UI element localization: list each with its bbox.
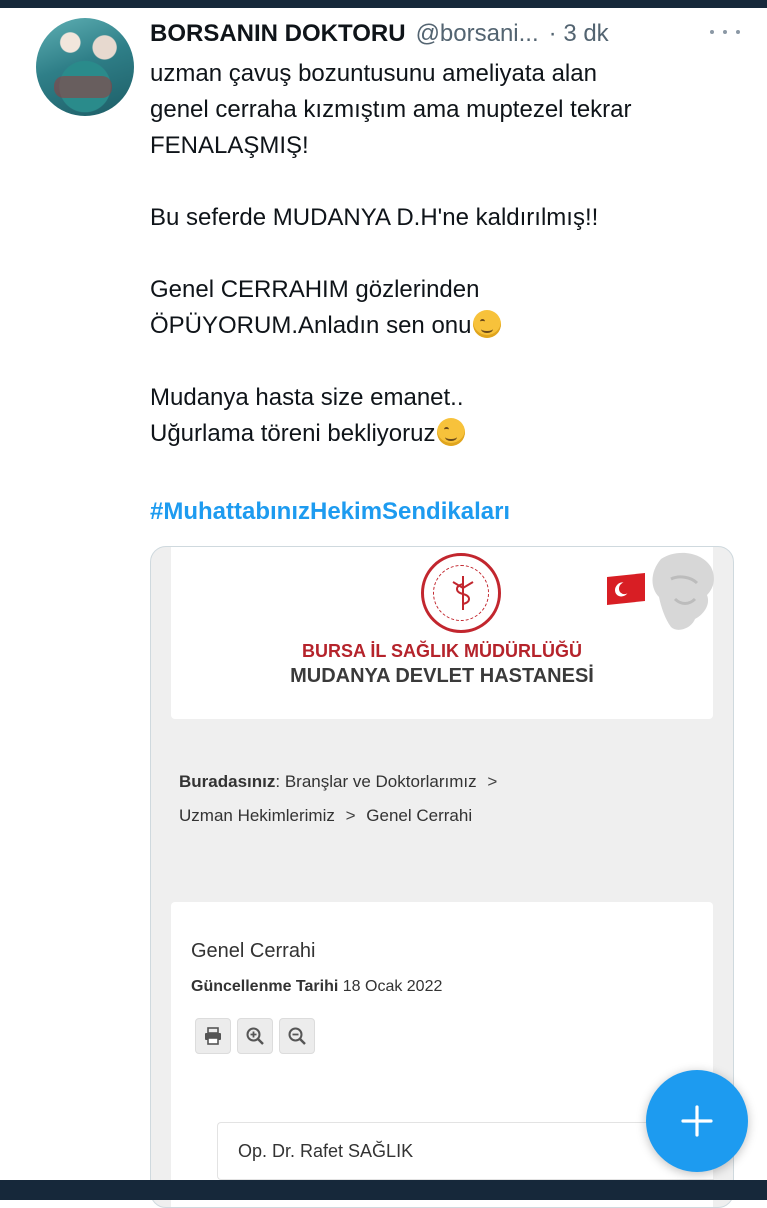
breadcrumb-separator: >: [345, 806, 356, 825]
tweet-line: Mudanya hasta size emanet..: [150, 384, 464, 411]
update-label: Güncellenme Tarihi: [191, 978, 339, 995]
breadcrumb-item-branches[interactable]: Branşlar ve Doktorlarımız: [285, 772, 477, 791]
tweet-line: Bu seferde MUDANYA D.H'ne kaldırılmış!!: [150, 204, 599, 231]
tweet-line-text: ÖPÜYORUM.Anladın sen onu: [150, 312, 472, 339]
tweet-line-with-emoji: Uğurlama töreni bekliyoruz: [150, 416, 750, 452]
tweet-timestamp[interactable]: · 3 dk: [549, 20, 609, 48]
zoom-out-button[interactable]: [279, 1018, 315, 1054]
content-title: Genel Cerrahi: [191, 940, 316, 962]
doctor-list-item[interactable]: Op. Dr. Rafet SAĞLIK: [217, 1122, 714, 1180]
hashtag-link[interactable]: #MuhattabınızHekimSendikaları: [150, 498, 510, 526]
update-value: 18 Ocak 2022: [342, 978, 443, 995]
display-name[interactable]: BORSANIN DOKTORU: [150, 20, 406, 48]
breadcrumb-colon: :: [275, 772, 281, 791]
compose-plus-icon: [681, 1105, 713, 1137]
avatar[interactable]: [36, 18, 134, 116]
tweet-line: Genel CERRAHIM gözlerinden: [150, 276, 480, 303]
tweet-text: uzman çavuş bozuntusunu ameliyata alan g…: [150, 56, 750, 452]
compose-button[interactable]: [646, 1070, 748, 1172]
breadcrumb-item-specialists[interactable]: Uzman Hekimlerimiz: [179, 806, 335, 825]
hospital-header: BURSA İL SAĞLIK MÜDÜRLÜĞÜ MUDANYA DEVLET…: [171, 547, 714, 719]
org-name: BURSA İL SAĞLIK MÜDÜRLÜĞÜ: [302, 641, 582, 661]
tweet-line: FENALAŞMIŞ!: [150, 132, 309, 159]
zoom-in-icon: [246, 1027, 264, 1045]
breadcrumb-label: Buradasınız: [179, 772, 276, 791]
more-icon[interactable]: [710, 24, 740, 40]
user-handle[interactable]: @borsani...: [416, 20, 539, 48]
breadcrumb-separator: >: [487, 772, 498, 791]
tweet-line: uzman çavuş bozuntusunu ameliyata alan: [150, 60, 597, 87]
print-button[interactable]: [195, 1018, 231, 1054]
winking-face-emoji-icon: [473, 310, 502, 338]
toolbar: [195, 1018, 315, 1054]
ataturk-portrait-image: [652, 552, 714, 630]
tweet-line: genel cerraha kızmıştım ama muptezel tek…: [150, 96, 632, 123]
breadcrumb-item-general-surgery[interactable]: Genel Cerrahi: [366, 806, 472, 825]
hospital-name: MUDANYA DEVLET HASTANESİ: [290, 665, 594, 687]
top-status-bar: [0, 0, 767, 8]
doctor-name: Op. Dr. Rafet SAĞLIK: [238, 1140, 414, 1161]
smiling-face-emoji-icon: [437, 418, 466, 446]
turkish-flag-icon: [607, 573, 645, 605]
ministry-seal-logo: [421, 553, 501, 633]
breadcrumb: Buradasınız: Branşlar ve Doktorlarımız >…: [179, 765, 709, 833]
content-panel: Genel Cerrahi Güncellenme Tarihi 18 Ocak…: [171, 902, 714, 1207]
zoom-in-button[interactable]: [237, 1018, 273, 1054]
tweet-header: BORSANIN DOKTORU @borsani... · 3 dk: [150, 18, 740, 50]
bottom-bar: [0, 1180, 767, 1200]
tweet-line-text: Uğurlama töreni bekliyoruz: [150, 420, 436, 447]
print-icon: [205, 1027, 221, 1045]
zoom-out-icon: [288, 1027, 306, 1045]
update-date: Güncellenme Tarihi 18 Ocak 2022: [191, 978, 442, 996]
tweet-line-with-emoji: ÖPÜYORUM.Anladın sen onu: [150, 308, 750, 344]
